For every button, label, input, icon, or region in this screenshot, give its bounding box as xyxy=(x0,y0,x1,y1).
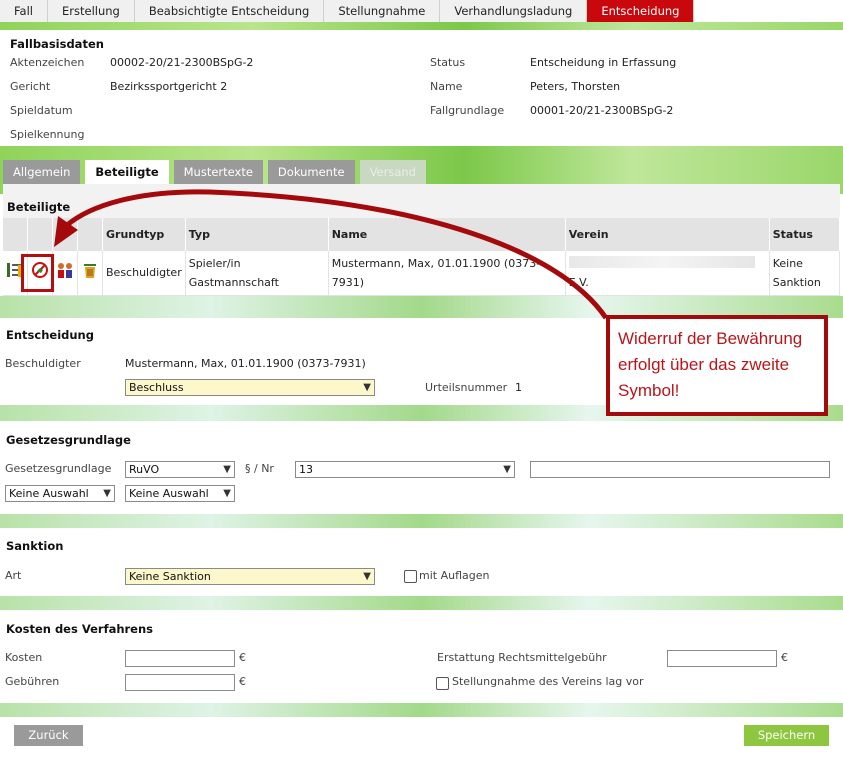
annotation-callout: Widerruf der Bewährung erfolgt über das … xyxy=(606,315,828,416)
